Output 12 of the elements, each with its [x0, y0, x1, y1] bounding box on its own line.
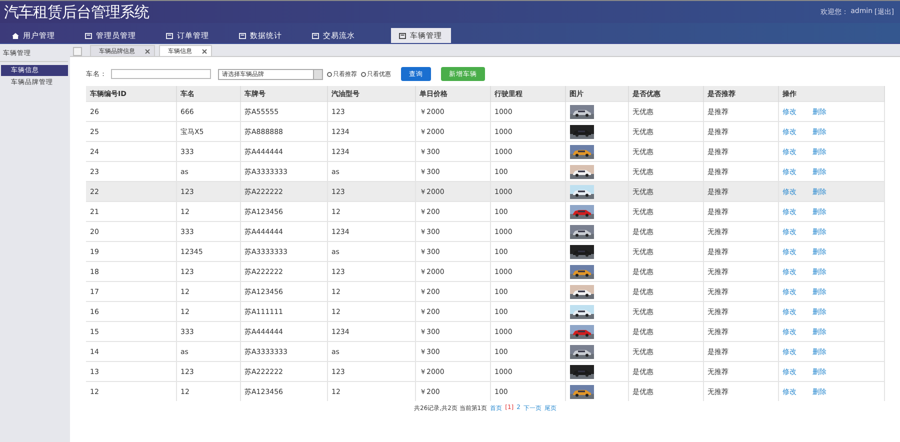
close-icon[interactable] — [202, 48, 207, 54]
app-title: 汽车租赁后台管理系统 — [4, 2, 149, 22]
close-icon[interactable] — [145, 48, 150, 54]
home-icon — [12, 32, 19, 38]
window-icon — [166, 32, 173, 38]
radio-button[interactable] — [327, 72, 332, 76]
window-icon — [312, 32, 319, 38]
search-field[interactable] — [111, 69, 211, 79]
window-icon — [85, 32, 92, 38]
window-icon — [239, 32, 246, 38]
radio-button[interactable] — [361, 72, 366, 76]
window-icon — [399, 32, 406, 38]
